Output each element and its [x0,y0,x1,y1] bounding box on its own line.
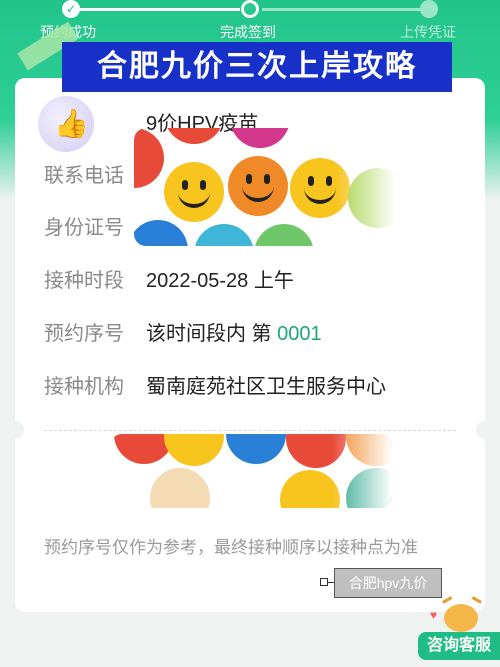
card-notch-right [476,421,494,439]
sequence-note: 预约序号仅作为参考，最终接种顺序以接种点为准 [44,538,418,557]
smiley-face-icon [164,434,224,466]
title-banner: 合肥九价三次上岸攻略 [62,42,452,92]
time-label: 接种时段 [44,270,124,292]
deer-mascot-icon: ♥ [430,596,490,634]
sequence-label: 预约序号 [44,323,124,345]
progress-line-pending [262,8,420,11]
time-value: 2022-05-28 上午 [146,270,294,292]
progress-line-done [80,8,240,11]
phone-label: 联系电话 [44,165,124,187]
smiley-face-icon [164,128,224,144]
text-tag[interactable]: 合肥hpv九价 [334,568,442,598]
step-label-upload: 上传凭证 [400,24,456,40]
smiley-face-icon [134,128,164,188]
smiley-face-icon [164,162,224,222]
smiley-face-icon [228,156,288,216]
smiley-face-icon [226,434,286,464]
sticker-fade [332,434,392,508]
tag-drag-handle[interactable] [320,578,328,586]
id-label: 身份证号 [44,217,124,239]
privacy-sticker-middle [110,434,392,508]
smiley-face-icon [230,128,290,148]
step-label-checkin: 完成签到 [220,24,276,40]
thumbs-up-icon: 👍 [54,108,89,139]
check-icon: ✓ [62,0,80,18]
smiley-face-icon [254,224,314,246]
sequence-number: 0001 [277,323,322,345]
heart-icon: ♥ [430,608,438,622]
smiley-face-icon [134,220,188,246]
current-step-dot [241,0,259,18]
sticker-fade [336,128,396,246]
smiley-face-icon [280,470,340,508]
sequence-value: 该时间段内 第 0001 [146,317,322,346]
sequence-prefix: 该时间段内 第 [146,323,272,345]
card-divider [44,430,456,431]
card-notch-left [6,421,24,439]
pending-step-dot [420,0,438,18]
vaccine-avatar: 👍 [38,96,94,152]
mascot-head [444,604,478,632]
customer-service-button[interactable]: 咨询客服 [418,632,500,660]
smiley-face-icon [194,224,254,246]
privacy-sticker-top [134,128,396,246]
org-label: 接种机构 [44,376,124,398]
smiley-face-icon [150,468,210,508]
org-value: 蜀南庭苑社区卫生服务中心 [146,376,386,398]
